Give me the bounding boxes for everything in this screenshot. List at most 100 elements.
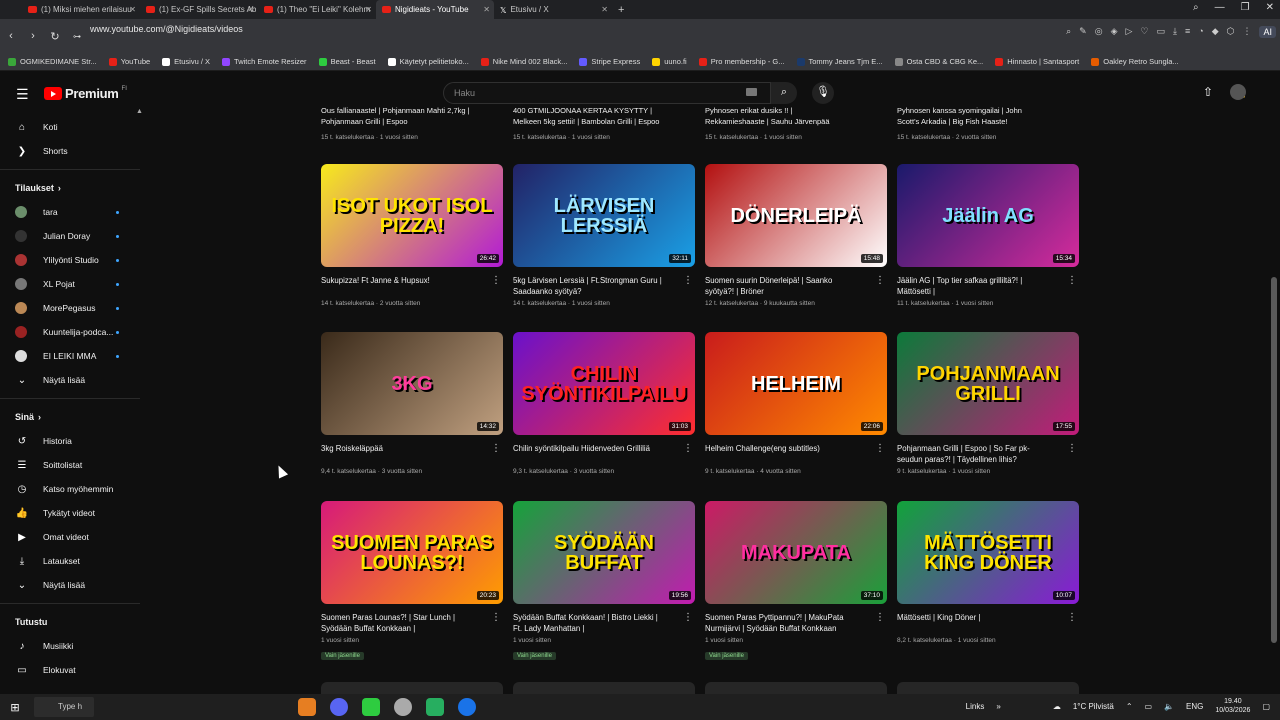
video-thumbnail[interactable]: MAKUPATA 37:10 <box>705 501 887 604</box>
bookmark-item[interactable]: Twitch Emote Resizer <box>222 57 307 66</box>
video-thumbnail[interactable]: CHILIN SYÖNTIKILPAILU 31:03 <box>513 332 695 435</box>
video-thumbnail[interactable]: HELHEIM 22:06 <box>705 332 887 435</box>
partial-video-info[interactable]: 400 GTMILJOONAA KERTAA KYSYTTY | Melkeen… <box>513 105 695 143</box>
partial-thumbnail[interactable] <box>513 682 695 694</box>
browser-tab[interactable]: Nigidieats - YouTube ✕ <box>376 0 494 19</box>
video-thumbnail[interactable]: SUOMEN PARAS LOUNAS?! 20:23 <box>321 501 503 604</box>
sidebar-item[interactable]: ↺ Historia <box>0 429 140 453</box>
edge-browser-icon[interactable] <box>458 698 476 716</box>
sidebar-item[interactable]: ▭ Elokuvat <box>0 658 140 682</box>
bookmark-item[interactable]: Pro membership - G... <box>698 57 785 66</box>
more-actions-icon[interactable]: ⋮ <box>875 275 885 286</box>
video-card[interactable]: HELHEIM 22:06 Helheim Challenge(eng subtit… <box>705 332 887 475</box>
scrollbar-thumb[interactable] <box>1271 277 1277 643</box>
sidebar-item[interactable]: ❯ Shorts <box>0 139 140 163</box>
sidebar-item[interactable]: ⌂ Koti <box>0 115 140 139</box>
more-actions-icon[interactable]: ⋮ <box>1067 275 1077 286</box>
sidebar-item[interactable]: ⌄ Näytä lisää <box>0 573 140 597</box>
video-thumbnail[interactable]: ISOT UKOT ISOL PIZZA! 26:42 <box>321 164 503 267</box>
partial-video-info[interactable]: Pyhnosen kanssa syomingailai | John Scot… <box>897 105 1079 143</box>
video-card[interactable]: MAKUPATA 37:10 Suomen Paras Pyttipannu?! |… <box>705 501 887 662</box>
bookmark-item[interactable]: Osta CBD & CBG Ke... <box>894 57 983 66</box>
weather-text[interactable]: 1°C Pilvistä <box>1073 702 1114 711</box>
bookmark-item[interactable]: Hinnasto | Santasport <box>995 57 1079 66</box>
volume-icon[interactable]: 🔈 <box>1164 702 1174 711</box>
profile-icon[interactable]: ◔ <box>1198 26 1203 38</box>
subscription-item[interactable]: XL Pojat <box>0 272 140 296</box>
subscription-item[interactable]: MorePegasus <box>0 296 140 320</box>
site-info-icon[interactable]: ⊶ <box>66 32 88 41</box>
video-card[interactable]: ISOT UKOT ISOL PIZZA! 26:42 Sukupizza! Ft … <box>321 164 503 307</box>
bookmark-item[interactable]: Käytetyt pelitietoko... <box>387 57 469 66</box>
video-thumbnail[interactable]: 3KG 14:32 <box>321 332 503 435</box>
close-tab-icon[interactable]: ✕ <box>247 5 254 14</box>
partial-thumbnail[interactable] <box>897 682 1079 694</box>
close-tab-icon[interactable]: ✕ <box>601 5 608 14</box>
taskbar-search-input[interactable]: Type h <box>34 697 94 717</box>
video-title[interactable]: Suomen Paras Pyttipannu?! | MakuPata Nur… <box>705 612 887 634</box>
video-card[interactable]: MÄTTÖSETTI KING DÖNER 10:07 Mättösetti | K… <box>897 501 1079 644</box>
video-card[interactable]: SUOMEN PARAS LOUNAS?! 20:23 Suomen Paras L… <box>321 501 503 662</box>
more-actions-icon[interactable]: ⋮ <box>875 443 885 454</box>
app-icon[interactable] <box>394 698 412 716</box>
video-thumbnail[interactable]: Jäälin AG 15:34 <box>897 164 1079 267</box>
video-card[interactable]: POHJANMAAN GRILLI 17:55 Pohjanmaan Grilli … <box>897 332 1079 475</box>
voice-search-icon[interactable]: 🎙 <box>812 82 834 104</box>
extension-icon[interactable]: ◆ <box>1212 26 1219 38</box>
minimize-icon[interactable]: — <box>1215 2 1225 13</box>
video-title[interactable]: Jäälin AG | Top tier safkaa grilliltä?! … <box>897 275 1079 297</box>
browser-tab[interactable]: 𝕏 Etusivu / X ✕ <box>494 0 612 19</box>
url-field[interactable]: www.youtube.com/@Nigidieats/videos <box>90 24 243 34</box>
app-icon[interactable] <box>362 698 380 716</box>
search-button[interactable]: ⌕ <box>771 82 797 104</box>
app-icon[interactable] <box>298 698 316 716</box>
video-thumbnail[interactable]: POHJANMAAN GRILLI 17:55 <box>897 332 1079 435</box>
video-card[interactable]: LÄRVISEN LERSSIÄ 32:11 5kg Lärvisen Lerssi… <box>513 164 695 307</box>
create-upload-icon[interactable]: ⇧ <box>1203 85 1213 99</box>
video-title[interactable]: Suomen Paras Lounas?! | Star Lunch | Syö… <box>321 612 503 634</box>
subscription-item[interactable]: Kuuntelija-podca... <box>0 320 140 344</box>
bookmark-item[interactable]: Stripe Express <box>579 57 640 66</box>
video-title[interactable]: 5kg Lärvisen Lerssiä | Ft.Strongman Guru… <box>513 275 695 297</box>
search-tabs-icon[interactable]: ⌕ <box>1193 2 1199 13</box>
video-title[interactable]: 400 GTMILJOONAA KERTAA KYSYTTY | Melkeen… <box>513 105 695 127</box>
subscription-item[interactable]: Ylilyönti Studio <box>0 248 140 272</box>
partial-video-info[interactable]: Pyhnosen erikat dusiks !! | Rekkamieshaa… <box>705 105 887 143</box>
browser-tab[interactable]: (1) Theo "Ei Leiki" Kolehm ✕ <box>258 0 376 19</box>
shield-icon[interactable]: ◈ <box>1111 26 1118 38</box>
video-title[interactable]: Pyhnosen erikat dusiks !! | Rekkamieshaa… <box>705 105 887 127</box>
partial-thumbnail[interactable] <box>321 682 503 694</box>
more-actions-icon[interactable]: ⋮ <box>1067 443 1077 454</box>
more-actions-icon[interactable]: ⋮ <box>491 275 501 286</box>
subscription-item[interactable]: EI LEIKI MMA <box>0 344 140 368</box>
keyboard-icon[interactable] <box>746 88 757 96</box>
more-actions-icon[interactable]: ⋮ <box>683 443 693 454</box>
more-actions-icon[interactable]: ⋮ <box>491 612 501 623</box>
discord-icon[interactable] <box>330 698 348 716</box>
bookmark-item[interactable]: YouTube <box>108 57 150 66</box>
bookmark-item[interactable]: Tommy Jeans Tjm E... <box>796 57 883 66</box>
video-thumbnail[interactable]: DÖNERLEIPÄ 15:48 <box>705 164 887 267</box>
play-icon[interactable]: ▷ <box>1126 26 1133 38</box>
subscription-item[interactable]: Julian Doray <box>0 224 140 248</box>
language-indicator[interactable]: ENG <box>1186 702 1203 711</box>
youtube-premium-logo[interactable]: Premium FI <box>44 86 127 101</box>
box-icon[interactable]: ⬡ <box>1227 26 1235 38</box>
sidebar-scroll-up-icon[interactable]: ▲ <box>136 108 143 115</box>
video-thumbnail[interactable]: SYÖDÄÄN BUFFAT 19:56 <box>513 501 695 604</box>
video-card[interactable]: SYÖDÄÄN BUFFAT 19:56 Syödään Buffat Konkka… <box>513 501 695 662</box>
more-actions-icon[interactable]: ⋮ <box>491 443 501 454</box>
windows-start-icon[interactable]: ⊞ <box>0 701 30 714</box>
subscription-item[interactable]: tara <box>0 200 140 224</box>
more-actions-icon[interactable]: ⋮ <box>1067 612 1077 623</box>
close-window-icon[interactable]: ✕ <box>1266 2 1274 13</box>
clock[interactable]: 19.40 10/03/2026 <box>1215 697 1250 715</box>
you-header[interactable]: Sinä › <box>0 405 140 429</box>
menu-lines-icon[interactable]: ≡ <box>1185 26 1190 38</box>
close-tab-icon[interactable]: ✕ <box>365 5 372 14</box>
sidebar-item[interactable]: ⤓ Lataukset <box>0 549 140 573</box>
page-scrollbar[interactable] <box>1268 115 1280 694</box>
account-avatar[interactable] <box>1230 84 1246 100</box>
video-card[interactable]: CHILIN SYÖNTIKILPAILU 31:03 Chilin syöntik… <box>513 332 695 475</box>
edit-icon[interactable]: ✎ <box>1079 26 1087 38</box>
